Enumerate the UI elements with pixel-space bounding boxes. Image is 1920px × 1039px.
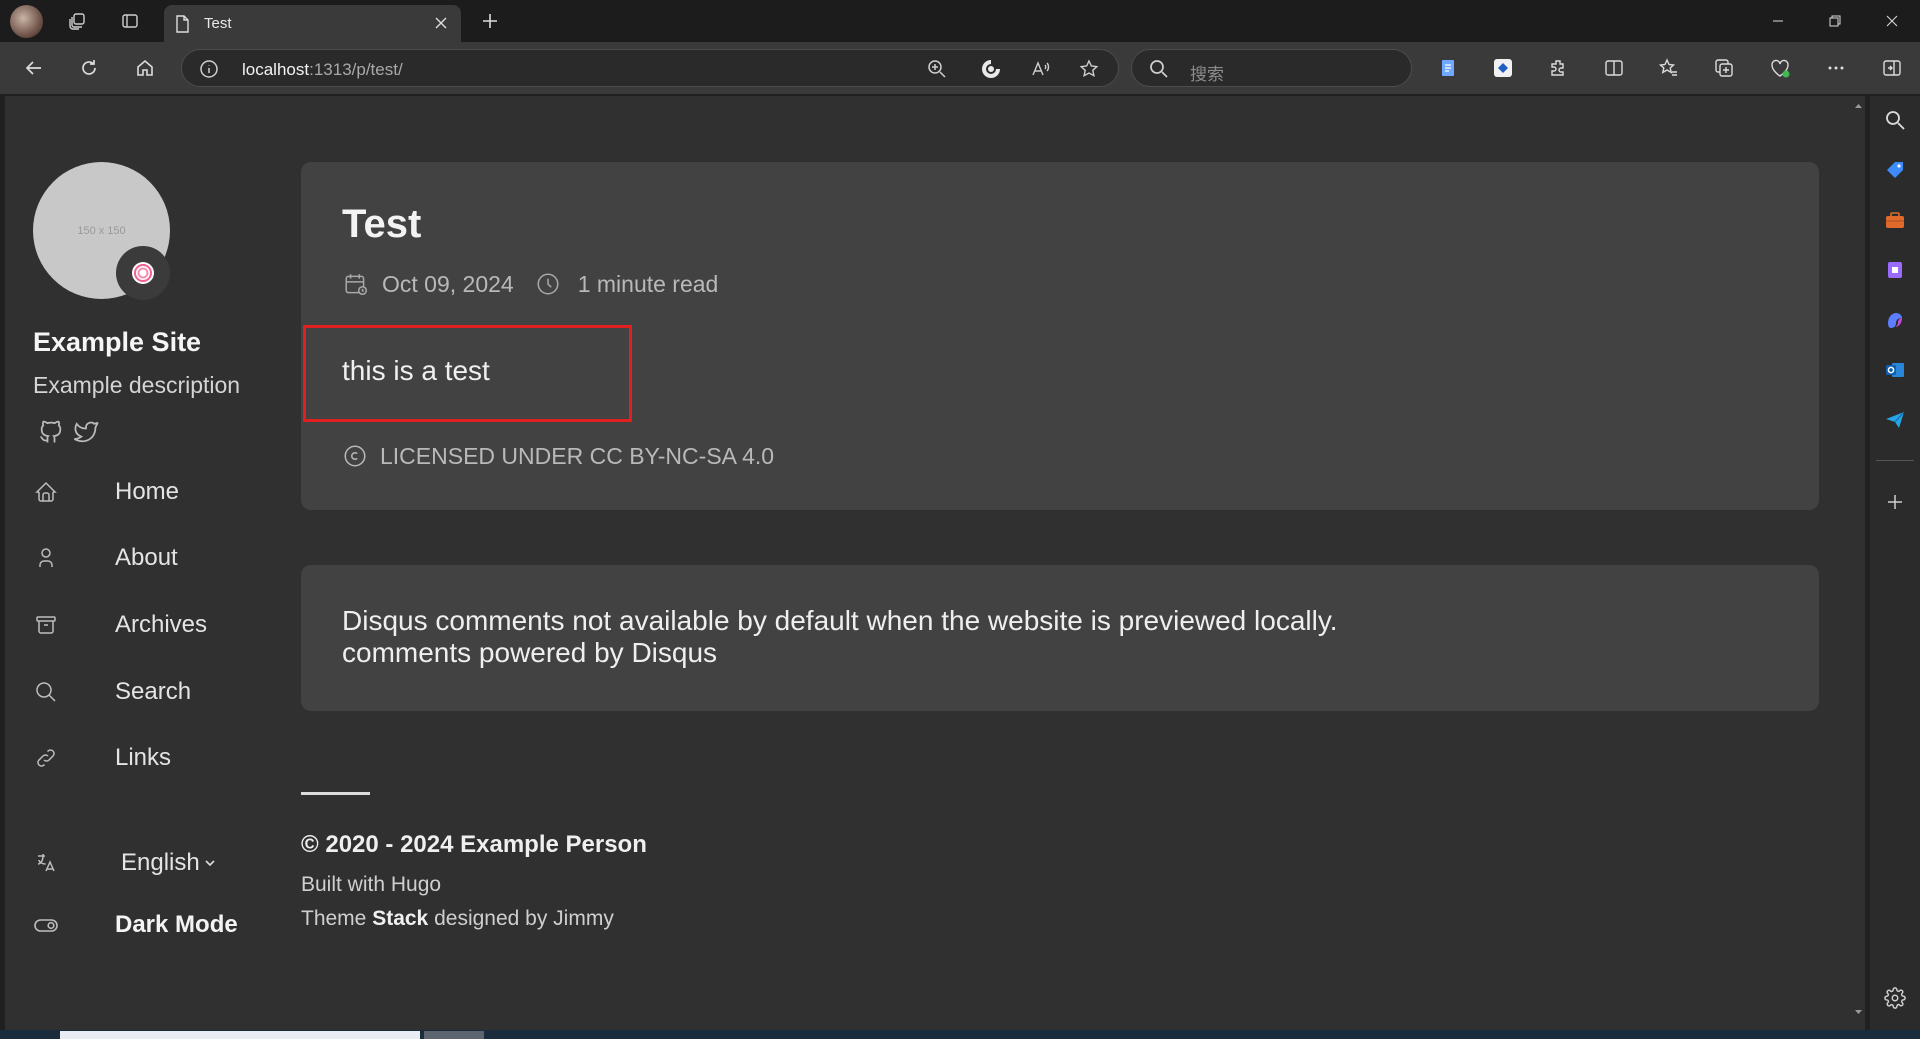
refresh-icon[interactable] (73, 52, 105, 84)
menu-item-search[interactable]: Search (33, 672, 263, 712)
page-scrollbar[interactable] (1852, 96, 1865, 1030)
link-icon (33, 745, 59, 771)
document-extension-icon[interactable] (1432, 52, 1464, 84)
dark-mode-label: Dark Mode (115, 911, 238, 938)
edge-sidebar-divider (1876, 460, 1914, 461)
site-title[interactable]: Example Site (33, 327, 201, 358)
taskbar-window-preview[interactable] (60, 1031, 420, 1039)
article-license: LICENSED UNDER CC BY-NC-SA 4.0 (342, 440, 774, 472)
close-window-button[interactable] (1863, 0, 1920, 42)
taskbar-item[interactable] (424, 1031, 484, 1039)
menu-label-about: About (115, 544, 178, 571)
close-tab-icon[interactable] (431, 13, 451, 33)
chevron-down-icon (204, 857, 216, 869)
browser-essentials-icon[interactable] (1764, 52, 1796, 84)
menu-item-links[interactable]: Links (33, 738, 263, 778)
article-card: Test Oct 09, 2024 1 minute read this is … (301, 162, 1819, 510)
footer-divider (301, 792, 370, 795)
dark-mode-toggle[interactable]: Dark Mode (33, 905, 263, 945)
address-bar[interactable]: localhost:1313/p/test/ (181, 49, 1119, 87)
menu-label-archives: Archives (115, 611, 208, 638)
copilot-icon[interactable] (1881, 306, 1909, 334)
archive-icon (33, 612, 59, 638)
toggle-icon (33, 912, 59, 938)
add-icon[interactable] (1881, 488, 1909, 516)
site-info-icon[interactable] (196, 56, 222, 82)
menu-label-links: Links (115, 744, 172, 771)
immersive-reader-icon[interactable] (978, 56, 1004, 82)
restore-button[interactable] (1806, 0, 1863, 42)
theme-name-link[interactable]: Stack (372, 907, 428, 930)
user-icon (33, 545, 59, 571)
footer-copyright: © 2020 - 2024 Example Person (301, 831, 647, 858)
favorites-icon[interactable] (1653, 52, 1685, 84)
profile-avatar[interactable] (10, 5, 43, 38)
lollipop-emoji-icon (116, 246, 170, 300)
comments-card: Disqus comments not available by default… (301, 565, 1819, 711)
menu-label-search: Search (115, 678, 192, 705)
search-icon (33, 679, 59, 705)
favorite-star-icon[interactable] (1076, 56, 1102, 82)
web-page: 150 x 150 Example Site Example descripti… (5, 96, 1865, 1030)
extension-app-icon[interactable] (1487, 52, 1519, 84)
menu-item-about[interactable]: About (33, 538, 263, 578)
disqus-line-1: Disqus comments not available by default… (342, 605, 1338, 636)
settings-gear-icon[interactable] (1881, 984, 1909, 1012)
search-placeholder: 搜索 (1190, 65, 1224, 84)
footer-theme: Theme Stack designed by Jimmy (301, 907, 614, 930)
collections-icon[interactable] (1708, 52, 1740, 84)
language-label: English (121, 849, 200, 876)
send-icon[interactable] (1881, 406, 1909, 434)
shopping-tag-icon[interactable] (1881, 156, 1909, 184)
back-icon[interactable] (18, 52, 50, 84)
license-text: LICENSED UNDER CC BY-NC-SA 4.0 (380, 442, 775, 469)
language-icon (33, 850, 59, 876)
home-icon[interactable] (129, 52, 161, 84)
more-menu-icon[interactable] (1820, 52, 1852, 84)
home-icon (33, 479, 59, 505)
clock-icon (534, 270, 562, 298)
disqus-line-2[interactable]: comments powered by Disqus (342, 637, 1338, 669)
toolbox-icon[interactable] (1881, 206, 1909, 234)
tab-title: Test (204, 15, 232, 32)
article-body: this is a test (342, 355, 490, 386)
search-icon (1146, 56, 1172, 82)
language-selector[interactable]: English (33, 843, 263, 883)
tab-active[interactable]: Test (164, 5, 461, 42)
calendar-icon (342, 270, 370, 298)
tab-strip: Test (0, 0, 1920, 42)
copyright-icon (342, 443, 368, 469)
outlook-icon[interactable] (1881, 356, 1909, 384)
footer-built-with[interactable]: Built with Hugo (301, 873, 901, 897)
url-text[interactable]: localhost:1313/p/test/ (242, 60, 403, 80)
site-footer: © 2020 - 2024 Example Person Built with … (301, 792, 901, 931)
zoom-icon[interactable] (924, 56, 950, 82)
avatar-placeholder-text: 150 x 150 (77, 224, 126, 237)
site-description: Example description (33, 372, 241, 398)
search-icon[interactable] (1881, 106, 1909, 134)
menu-item-archives[interactable]: Archives (33, 605, 263, 645)
browser-search-box[interactable]: 搜索 (1131, 49, 1412, 87)
edge-sidebar (1870, 96, 1920, 1030)
read-aloud-icon[interactable] (1028, 56, 1054, 82)
sidebar-toggle-icon[interactable] (1876, 52, 1908, 84)
menu-label-home: Home (115, 478, 180, 505)
extensions-icon[interactable] (1542, 52, 1574, 84)
article-read-time: 1 minute read (577, 270, 719, 297)
menu-item-home[interactable]: Home (33, 472, 263, 512)
article-title[interactable]: Test (342, 202, 421, 247)
page-icon (174, 14, 190, 33)
disqus-message: Disqus comments not available by default… (342, 605, 1338, 669)
minimize-button[interactable] (1749, 0, 1806, 42)
twitter-icon[interactable] (72, 418, 102, 448)
article-date: Oct 09, 2024 (382, 270, 514, 297)
split-screen-icon[interactable] (1598, 52, 1630, 84)
office-icon[interactable] (1881, 256, 1909, 284)
tab-actions-icon[interactable] (116, 8, 144, 34)
github-icon[interactable] (37, 418, 67, 448)
article-meta: Oct 09, 2024 1 minute read (342, 268, 718, 300)
new-tab-button[interactable] (476, 8, 504, 34)
browser-toolbar: localhost:1313/p/test/ 搜索 (0, 42, 1920, 94)
workspaces-icon[interactable] (63, 8, 91, 34)
